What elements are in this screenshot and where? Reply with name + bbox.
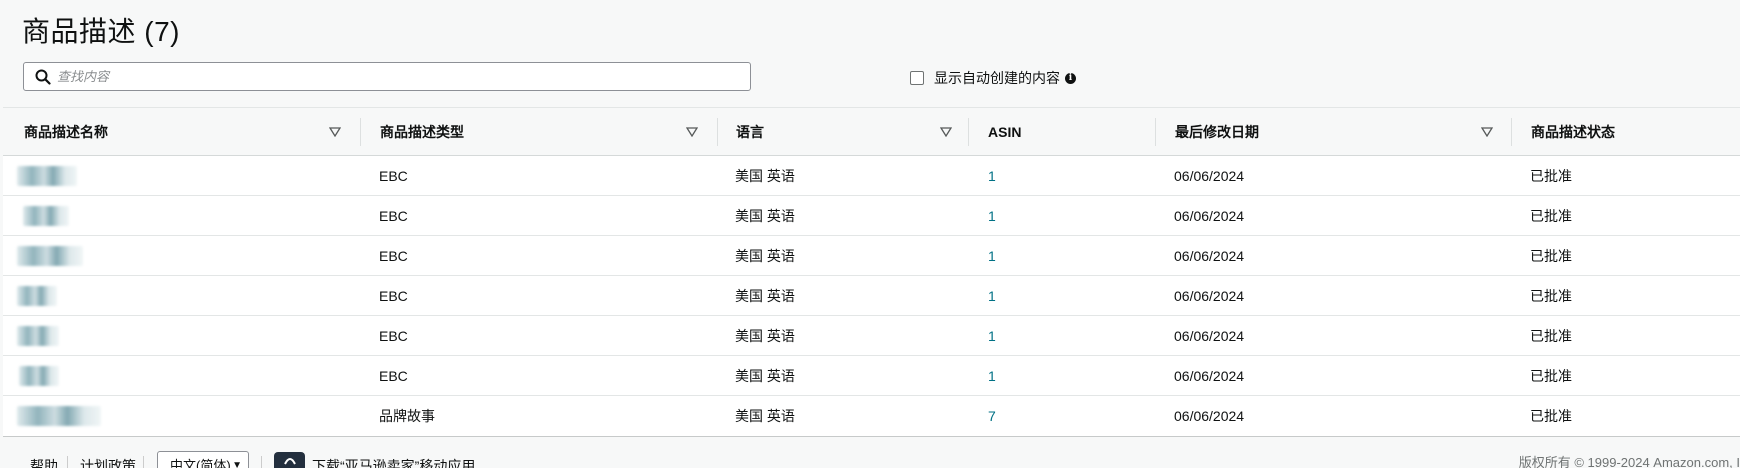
footer-divider	[67, 456, 68, 468]
language-select-value: 中文(简体)	[170, 457, 231, 468]
cell-modified: 06/06/2024	[1174, 408, 1245, 424]
cell-asin-link[interactable]: 1	[988, 196, 996, 236]
cell-type: EBC	[379, 168, 408, 184]
cell-language: 美国 英语	[735, 248, 795, 264]
cell-language: 美国 英语	[735, 408, 795, 424]
cell-type: EBC	[379, 368, 408, 384]
column-header-label: ASIN	[988, 124, 1022, 140]
cell-type: EBC	[379, 248, 408, 264]
cell-language: 美国 英语	[735, 288, 795, 304]
language-select[interactable]: 中文(简体) ▼	[157, 451, 249, 468]
show-auto-created-toggle[interactable]: 显示自动创建的内容 i	[910, 68, 1076, 88]
cell-status: 已批准	[1530, 248, 1572, 264]
cell-status: 已批准	[1530, 368, 1572, 384]
show-auto-created-label: 显示自动创建的内容	[934, 70, 1060, 86]
cell-status: 已批准	[1530, 168, 1572, 184]
cell-asin-link[interactable]: 1	[988, 356, 996, 396]
footer-divider	[143, 456, 144, 468]
sort-icon[interactable]	[1481, 127, 1493, 137]
cell-modified: 06/06/2024	[1174, 328, 1245, 344]
redacted-name[interactable]	[17, 286, 57, 306]
show-auto-created-checkbox[interactable]	[910, 71, 924, 85]
cell-modified: 06/06/2024	[1174, 208, 1245, 224]
footer-divider	[261, 456, 262, 468]
download-app-link[interactable]: 下载“亚马逊卖家”移动应用	[312, 456, 475, 468]
cell-language: 美国 英语	[735, 368, 795, 384]
cell-modified: 06/06/2024	[1174, 368, 1245, 384]
table-header: 商品描述名称 商品描述类型 语言 ASIN 最后修改日期 商品描述状态	[3, 108, 1740, 156]
column-divider[interactable]	[360, 118, 361, 146]
cell-asin-link[interactable]: 1	[988, 156, 996, 196]
cell-type: EBC	[379, 208, 408, 224]
table-row[interactable]: EBC 美国 英语 1 06/06/2024 已批准	[3, 196, 1740, 236]
cell-type: EBC	[379, 288, 408, 304]
redacted-name[interactable]	[17, 246, 83, 266]
cell-language: 美国 英语	[735, 168, 795, 184]
table-row[interactable]: EBC 美国 英语 1 06/06/2024 已批准	[3, 356, 1740, 396]
column-header-label: 最后修改日期	[1175, 124, 1259, 140]
table-row[interactable]: EBC 美国 英语 1 06/06/2024 已批准	[3, 276, 1740, 316]
cell-status: 已批准	[1530, 328, 1572, 344]
cell-asin-link[interactable]: 1	[988, 316, 996, 356]
sort-icon[interactable]	[940, 127, 952, 137]
cell-type: EBC	[379, 328, 408, 344]
table-row[interactable]: EBC 美国 英语 1 06/06/2024 已批准	[3, 236, 1740, 276]
column-header-label: 商品描述类型	[380, 124, 464, 140]
cell-asin-link[interactable]: 7	[988, 396, 996, 436]
column-header-status[interactable]: 商品描述状态	[1531, 108, 1615, 156]
redacted-name[interactable]	[17, 326, 59, 346]
column-divider[interactable]	[717, 118, 718, 146]
column-header-label: 商品描述名称	[24, 124, 108, 140]
redacted-name[interactable]	[19, 366, 59, 386]
column-header-modified[interactable]: 最后修改日期	[1175, 108, 1259, 156]
search-input[interactable]	[57, 69, 737, 84]
cell-modified: 06/06/2024	[1174, 288, 1245, 304]
search-icon	[29, 63, 57, 90]
footer: 帮助 计划政策 中文(简体) ▼ 下载“亚马逊卖家”移动应用 版权所有 © 19…	[0, 438, 1740, 468]
copyright-text: 版权所有 © 1999-2024 Amazon.com, I	[1518, 455, 1740, 468]
table-row[interactable]: EBC 美国 英语 1 06/06/2024 已批准	[3, 316, 1740, 356]
chevron-down-icon: ▼	[232, 460, 242, 468]
cell-modified: 06/06/2024	[1174, 168, 1245, 184]
cell-asin-link[interactable]: 1	[988, 276, 996, 316]
sort-icon[interactable]	[686, 127, 698, 137]
column-header-language[interactable]: 语言	[736, 108, 764, 156]
page: 商品描述 (7) 显示自动创建的内容 i 商品描述名称 商品描述类型 语言 AS…	[0, 0, 1740, 468]
cell-modified: 06/06/2024	[1174, 248, 1245, 264]
seller-app-icon[interactable]	[274, 452, 305, 468]
column-divider[interactable]	[1511, 118, 1512, 146]
cell-language: 美国 英语	[735, 208, 795, 224]
cell-status: 已批准	[1530, 208, 1572, 224]
column-divider[interactable]	[968, 118, 969, 146]
table-row[interactable]: EBC 美国 英语 1 06/06/2024 已批准	[3, 156, 1740, 196]
cell-status: 已批准	[1530, 408, 1572, 424]
redacted-name[interactable]	[17, 406, 101, 426]
column-header-label: 商品描述状态	[1531, 124, 1615, 140]
content-table: 商品描述名称 商品描述类型 语言 ASIN 最后修改日期 商品描述状态 EBC …	[3, 107, 1740, 437]
page-title: 商品描述 (7)	[22, 16, 181, 47]
help-link[interactable]: 帮助	[30, 456, 58, 468]
search-box[interactable]	[23, 62, 751, 91]
program-policy-link[interactable]: 计划政策	[80, 456, 136, 468]
cell-status: 已批准	[1530, 288, 1572, 304]
column-divider[interactable]	[1155, 118, 1156, 146]
cell-asin-link[interactable]: 1	[988, 236, 996, 276]
redacted-name[interactable]	[23, 206, 69, 226]
column-header-label: 语言	[736, 124, 764, 140]
redacted-name[interactable]	[17, 166, 77, 186]
column-header-type[interactable]: 商品描述类型	[380, 108, 464, 156]
cell-language: 美国 英语	[735, 328, 795, 344]
table-row[interactable]: 品牌故事 美国 英语 7 06/06/2024 已批准	[3, 396, 1740, 436]
column-header-asin[interactable]: ASIN	[988, 108, 1021, 156]
sort-icon[interactable]	[329, 127, 341, 137]
column-header-name[interactable]: 商品描述名称	[24, 108, 108, 156]
info-icon[interactable]: i	[1065, 72, 1076, 84]
cell-type: 品牌故事	[379, 408, 435, 424]
